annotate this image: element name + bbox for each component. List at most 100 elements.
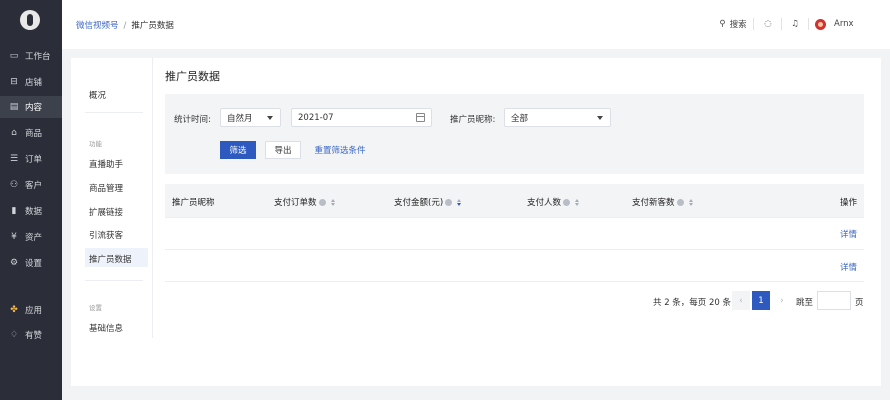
period-select-value: 自然月 (227, 113, 253, 124)
subnav-item-basic-info[interactable]: 基础信息 (89, 322, 123, 334)
sidebar-item-label: 内容 (25, 103, 43, 113)
column-header-order-count[interactable]: 支付订单数 (274, 196, 335, 208)
search-button[interactable]: ⚲ 搜索 (713, 14, 753, 34)
headset-icon: ◌ (764, 19, 772, 29)
thumb-icon: ♢ (9, 330, 19, 340)
search-icon: ⚲ (719, 19, 726, 29)
sidebar-item-label: 数据 (25, 207, 43, 217)
sidebar-item-label: 商品 (25, 129, 43, 139)
search-label: 搜索 (729, 20, 747, 30)
period-select[interactable]: 自然月 (220, 108, 281, 127)
nickname-select-value: 全部 (511, 113, 529, 124)
breadcrumb-separator: / (123, 21, 127, 31)
caret-down-icon (597, 116, 603, 120)
reset-filter-link[interactable]: 重置筛选条件 (313, 141, 367, 159)
subnav-divider (152, 58, 153, 338)
subnav-item-promoter-data[interactable]: 推广员数据 (89, 253, 132, 265)
sort-icon[interactable] (330, 198, 335, 206)
column-header-new-customers[interactable]: 支付新客数 (632, 196, 693, 208)
detail-link[interactable]: 详情 (840, 261, 857, 273)
row-divider (165, 281, 864, 282)
column-header-label: 支付金额(元) (394, 198, 444, 208)
sidebar-item-settings[interactable]: ⚙ 设置 (0, 252, 62, 274)
sort-icon[interactable] (688, 198, 693, 206)
top-header: 微信视频号 / 推广员数据 ⚲ 搜索 ◌ ♫ Arnx (62, 0, 890, 49)
avatar (815, 18, 826, 30)
document-icon: ▤ (9, 102, 19, 112)
nickname-label: 推广员昵称: (450, 115, 496, 125)
divider (808, 18, 809, 30)
help-icon[interactable] (676, 198, 684, 206)
sidebar-item-customers[interactable]: ⚇ 客户 (0, 174, 62, 196)
pagination-summary: 共 2 条，每页 20 条 (653, 298, 732, 308)
breadcrumb-link[interactable]: 微信视频号 (76, 21, 119, 31)
subnav-item-overview[interactable]: 概况 (89, 89, 106, 101)
order-icon: ☰ (9, 154, 19, 164)
sidebar-item-youzan[interactable]: ♢ 有赞 (0, 324, 62, 346)
user-menu[interactable]: Arnx (815, 14, 865, 34)
bell-icon: ♫ (791, 19, 799, 29)
sidebar-item-label: 设置 (25, 259, 43, 269)
detail-link[interactable]: 详情 (840, 228, 857, 240)
sidebar-item-orders[interactable]: ☰ 订单 (0, 148, 62, 170)
sidebar-item-content[interactable]: ▤ 内容 (0, 96, 62, 118)
store-icon: ⊟ (10, 77, 18, 87)
column-header-payer-count[interactable]: 支付人数 (527, 196, 580, 208)
apps-icon: ✤ (10, 305, 18, 315)
subnav-item-live-assistant[interactable]: 直播助手 (89, 158, 123, 170)
column-header-nickname: 推广员昵称 (172, 196, 215, 208)
sidebar-item-apps[interactable]: ✤ 应用 (0, 299, 62, 321)
sidebar-item-data[interactable]: ▮ 数据 (0, 200, 62, 222)
column-header-label: 推广员昵称 (172, 198, 215, 208)
app-logo[interactable] (20, 10, 40, 30)
month-picker-value: 2021-07 (298, 112, 334, 123)
divider (85, 280, 143, 281)
user-name: Arnx (834, 19, 854, 29)
sidebar-item-assets[interactable]: ¥ 资产 (0, 226, 62, 248)
breadcrumb: 微信视频号 / 推广员数据 (76, 19, 174, 31)
bag-icon: ⌂ (11, 128, 17, 138)
sort-icon[interactable] (575, 198, 580, 206)
help-icon[interactable] (445, 198, 453, 206)
page-jump-input[interactable] (817, 291, 851, 310)
subnav-item-goods-management[interactable]: 商品管理 (89, 182, 123, 194)
filter-button[interactable]: 筛选 (220, 141, 256, 159)
sidebar-item-label: 客户 (25, 181, 43, 191)
sort-icon[interactable] (457, 198, 462, 206)
time-label: 统计时间: (174, 115, 211, 125)
nickname-select[interactable]: 全部 (504, 108, 611, 127)
help-icon[interactable] (318, 198, 326, 206)
notification-button[interactable]: ♫ (787, 14, 803, 34)
breadcrumb-current: 推广员数据 (131, 21, 174, 31)
row-divider (165, 217, 864, 218)
help-icon[interactable] (563, 198, 571, 206)
user-icon: ⚇ (9, 180, 19, 190)
sidebar-item-workbench[interactable]: ▭ 工作台 (0, 45, 62, 67)
caret-down-icon (267, 116, 273, 120)
subnav-item-traffic[interactable]: 引流获客 (89, 229, 123, 241)
month-picker[interactable]: 2021-07 (291, 108, 432, 127)
column-header-amount[interactable]: 支付金额(元) (394, 196, 462, 208)
next-page-button[interactable]: › (773, 291, 791, 310)
filter-panel (165, 94, 864, 174)
sidebar-item-store[interactable]: ⊟ 店铺 (0, 71, 62, 93)
sidebar-item-label: 有赞 (25, 331, 43, 341)
column-header-label: 支付人数 (527, 198, 562, 208)
gear-icon: ⚙ (9, 258, 19, 268)
prev-page-button[interactable]: ‹ (732, 291, 750, 310)
sidebar-item-goods[interactable]: ⌂ 商品 (0, 122, 62, 144)
row-divider (165, 249, 864, 250)
help-button[interactable]: ◌ (760, 14, 776, 34)
monitor-icon: ▭ (9, 51, 19, 61)
column-header-label: 支付新客数 (632, 198, 675, 208)
subnav-group-title: 设置 (89, 304, 102, 312)
page-unit-label: 页 (855, 298, 864, 308)
export-button[interactable]: 导出 (265, 141, 301, 159)
main-sidebar: ▭ 工作台 ⊟ 店铺 ▤ 内容 ⌂ 商品 ☰ 订单 ⚇ 客户 ▮ 数据 ¥ 资产… (0, 0, 62, 400)
subnav-item-extension-links[interactable]: 扩展链接 (89, 206, 123, 218)
sidebar-item-label: 工作台 (25, 52, 51, 62)
page-button[interactable]: 1 (752, 291, 770, 310)
table-header (165, 184, 864, 217)
asset-icon: ¥ (11, 232, 17, 242)
sidebar-item-label: 订单 (25, 155, 43, 165)
